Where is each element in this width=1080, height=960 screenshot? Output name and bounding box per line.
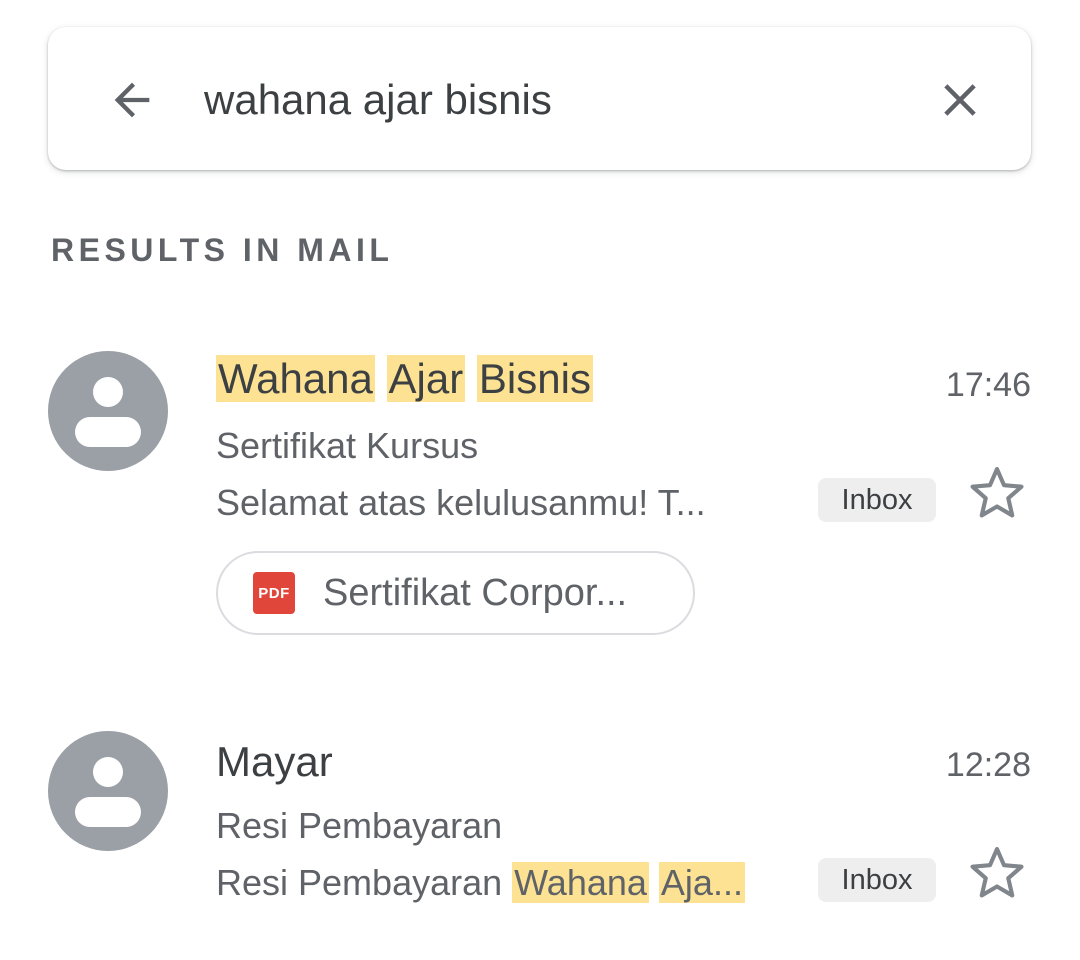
- attachment-chip[interactable]: PDF Sertifikat Corpor...: [216, 551, 695, 635]
- clear-search-button[interactable]: [930, 64, 990, 136]
- inbox-label-badge: Inbox: [818, 478, 936, 522]
- search-input[interactable]: [204, 70, 904, 130]
- email-snippet: Selamat atas kelulusanmu! T...: [216, 482, 706, 523]
- back-button[interactable]: [100, 64, 164, 136]
- pdf-icon: PDF: [253, 572, 295, 614]
- email-snippet: Resi Pembayaran Wahana Aja...: [216, 862, 745, 903]
- sender-avatar[interactable]: [48, 351, 168, 471]
- inbox-label-badge: Inbox: [818, 858, 936, 902]
- email-sender: Mayar: [216, 738, 333, 785]
- close-icon: [944, 84, 976, 116]
- email-time: 12:28: [945, 746, 1031, 784]
- email-subject: Resi Pembayaran: [216, 805, 503, 846]
- email-sender: Wahana Ajar Bisnis: [216, 355, 593, 402]
- star-outline-icon: [970, 847, 1024, 898]
- star-button[interactable]: [964, 460, 1030, 526]
- email-subject: Sertifikat Kursus: [216, 425, 479, 466]
- attachment-name: Sertifikat Corpor...: [323, 571, 628, 614]
- star-outline-icon: [970, 467, 1024, 518]
- sender-avatar[interactable]: [48, 731, 168, 851]
- section-label: RESULTS IN MAIL: [51, 232, 394, 268]
- arrow-left-icon: [114, 82, 150, 118]
- email-time: 17:46: [945, 366, 1031, 404]
- star-button[interactable]: [964, 840, 1030, 906]
